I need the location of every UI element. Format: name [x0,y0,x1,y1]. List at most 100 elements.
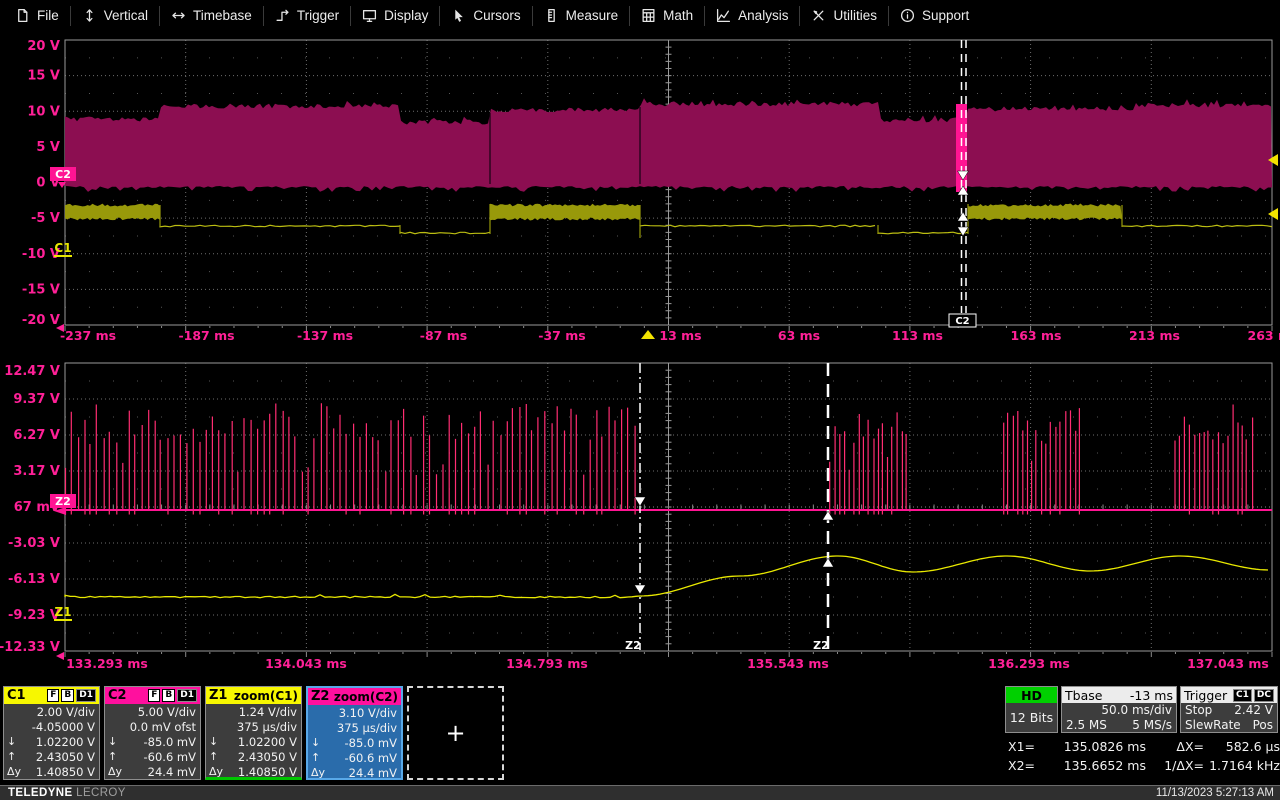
menu-item-support[interactable]: Support [889,0,980,31]
channel-readout-row: 1.24 V/div [206,704,301,719]
zoom-x-axis-label: 137.043 ms [1187,656,1269,671]
trigger-mode: Stop [1185,703,1212,717]
channel-readout-row: ↓ 1.02200 V [4,734,99,749]
main-x-axis-label: -187 ms [178,328,234,343]
trigger-slope: Pos [1253,718,1273,732]
main-x-axis-label: -87 ms [420,328,467,343]
dx-label: ΔX= [1146,739,1204,754]
zoom-source-label: zoom(C1) [234,689,298,703]
trigger-coupling-badge: DC [1254,689,1274,702]
channel-descriptor-z2[interactable]: Z2zoom(C2)3.10 V/div375 µs/div↓-85.0 mV↑… [306,686,403,780]
readout-value: 375 µs/div [337,721,397,735]
readout-value: 1.02200 V [238,735,297,749]
add-trace-box[interactable]: + [407,686,504,780]
readout-prefix: ↑ [209,750,229,763]
cursor-marker-arrow[interactable] [635,497,646,506]
cursor-marker-arrow[interactable] [823,511,834,520]
readout-value: 24.4 mV [349,766,397,780]
display-icon [362,8,377,23]
status-bar: TELEDYNE LECROY 11/13/2023 5:27:13 AM [0,785,1280,800]
timebase-samples: 2.5 MS [1066,718,1107,732]
menu-item-file[interactable]: File [4,0,70,31]
menu-item-label: Utilities [833,8,877,23]
readout-value: 1.40850 V [238,765,297,779]
cursor-marker-arrow[interactable] [958,227,969,236]
zoom-y-axis-label: -3.03 V [8,536,60,551]
zoom-y-axis-label: -12.33 V [0,640,60,655]
channel-badge-d1: D1 [76,689,96,702]
readout-prefix: ↓ [311,736,331,749]
menu-item-trigger[interactable]: Trigger [264,0,350,31]
menu-item-timebase[interactable]: Timebase [160,0,263,31]
hd-badge: HD [1006,687,1057,703]
menu-item-label: Trigger [297,8,339,23]
z1-offset-indicator[interactable]: Z1 [54,605,71,619]
c1-offset-indicator[interactable]: C1 [54,241,71,255]
cursor-marker-arrow[interactable] [958,212,969,221]
channel-id-label: C1 [7,688,26,703]
readout-prefix: Δy [108,765,128,778]
timebase-offset: -13 ms [1130,688,1173,703]
readout-prefix: Δy [209,765,229,778]
timebase-rate: 5 MS/s [1132,718,1172,732]
x1-value: 135.0826 ms [1044,739,1146,754]
dx-value: 582.6 µs [1204,739,1280,754]
menu-item-math[interactable]: Math [630,0,704,31]
c1-offset-underline [54,255,72,257]
teledyne-lecroy-logo: TELEDYNE LECROY [8,787,126,799]
readout-value: 1.24 V/div [239,705,297,719]
zoom-x-axis-label: 134.793 ms [506,656,588,671]
menu-item-label: Timebase [193,8,252,23]
channel-descriptor-c1[interactable]: C1FBD12.00 V/div-4.05000 V↓1.02200 V↑2.4… [3,686,100,780]
channel-header-z2: Z2zoom(C2) [308,688,401,705]
trigger-box[interactable]: Trigger C1 DC Stop 2.42 V SlewRate Pos [1180,686,1278,733]
channel-readout-row: 0.0 mV ofst [105,719,200,734]
readout-prefix: Δy [7,765,27,778]
main-x-axis-label: 13 ms [659,328,701,343]
readout-prefix: ↓ [7,735,27,748]
readout-value: 2.43050 V [238,750,297,764]
menu-item-label: File [37,8,59,23]
datetime-display: 11/13/2023 5:27:13 AM [1156,787,1274,799]
trigger-level: 2.42 V [1234,703,1273,717]
menu-item-vertical[interactable]: Vertical [71,0,159,31]
readout-value: 1.02200 V [36,735,95,749]
channel-badge-b: B [61,689,74,702]
menu-item-utilities[interactable]: Utilities [800,0,888,31]
channel-descriptor-c2[interactable]: C2FBD15.00 V/div0.0 mV ofst↓-85.0 mV↑-60… [104,686,201,780]
zoom-y-axis-label: 3.17 V [13,464,60,479]
timebase-title: Tbase [1065,688,1102,703]
menu-item-display[interactable]: Display [351,0,439,31]
cursor-marker-arrow[interactable] [823,558,834,567]
readout-value: -60.6 mV [144,750,196,764]
hd-acquisition-box[interactable]: HD 12 Bits [1005,686,1058,733]
x2-label: X2= [1008,758,1044,773]
main-x-axis-label: 113 ms [892,328,943,343]
readout-prefix: ↓ [108,735,128,748]
main-x-axis-label: -237 ms [60,328,116,343]
menu-item-measure[interactable]: Measure [533,0,630,31]
channel-readout-row: ↓-85.0 mV [105,734,200,749]
menu-item-label: Analysis [738,8,788,23]
c2-offset-indicator-label: C2 [55,168,71,181]
channel-badge-d1: D1 [177,689,197,702]
x2-cursor-label: Z2 [813,639,829,652]
menu-item-label: Display [384,8,428,23]
menu-item-analysis[interactable]: Analysis [705,0,799,31]
channel-badge-f: F [47,689,59,702]
inv-dx-label: 1/ΔX= [1146,758,1204,773]
readout-value: -60.6 mV [345,751,397,765]
main-y-axis-label: 15 V [27,69,60,84]
main-y-axis-label: -5 V [31,211,60,226]
timebase-box[interactable]: Tbase -13 ms 50.0 ms/div 2.5 MS 5 MS/s [1061,686,1177,733]
channel-descriptor-z1[interactable]: Z1zoom(C1)1.24 V/div375 µs/div↓1.02200 V… [205,686,302,780]
menu-item-cursors[interactable]: Cursors [440,0,531,31]
z2-trace [66,403,1253,514]
cursor-marker-arrow[interactable] [635,585,646,594]
zoom-x-axis-label: 135.543 ms [747,656,829,671]
channel-badge-b: B [162,689,175,702]
menu-item-label: Cursors [473,8,520,23]
main-x-axis-label: 163 ms [1011,328,1062,343]
channel-id-label: C2 [108,688,127,703]
trigger-position-marker[interactable] [641,330,655,339]
